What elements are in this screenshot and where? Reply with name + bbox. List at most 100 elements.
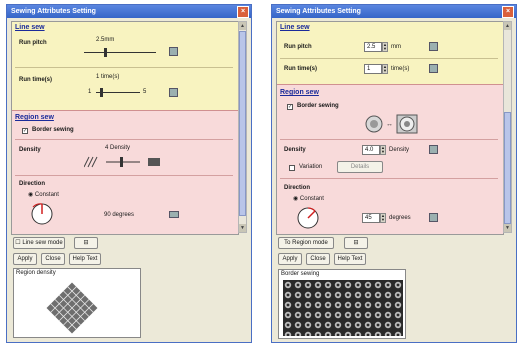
- preview-label: Region density: [16, 270, 56, 276]
- scroll-down-icon[interactable]: ▼: [504, 224, 511, 232]
- run-pitch-label: Run pitch: [284, 44, 312, 50]
- variation-label: Variation: [299, 164, 323, 170]
- scroll-up-icon[interactable]: ▲: [504, 22, 511, 30]
- border-style-icons[interactable]: ↔: [363, 113, 423, 135]
- vertical-scrollbar[interactable]: ▲ ▼: [503, 21, 512, 233]
- region-sew-section: Region sew ✓ Border sewing Density 4 Den…: [12, 110, 238, 234]
- direction-spinner[interactable]: ▲ ▼: [380, 213, 386, 223]
- border-sewing-label: Border sewing: [297, 103, 339, 109]
- help-text-button[interactable]: Help Text: [334, 253, 366, 265]
- run-times-max: 5: [143, 89, 147, 95]
- divider: [280, 58, 498, 59]
- run-times-min: 1: [88, 89, 92, 95]
- border-sewing-checkbox[interactable]: ✓: [287, 104, 293, 110]
- scroll-up-icon[interactable]: ▲: [239, 22, 246, 30]
- region-mode-button[interactable]: To Region mode: [278, 237, 334, 249]
- line-sew-section: Line sew Run pitch 2.5 ▲ ▼ mm Run time(s)…: [277, 22, 503, 85]
- border-sewing-checkbox[interactable]: ✓: [22, 128, 28, 134]
- dense-hatch-icon: [148, 158, 160, 166]
- run-times-preview-icon[interactable]: [429, 64, 438, 73]
- scroll-thumb[interactable]: [239, 31, 246, 216]
- run-pitch-slider-track: [84, 52, 156, 53]
- direction-field[interactable]: 45: [362, 213, 380, 223]
- scroll-thumb[interactable]: [504, 112, 511, 224]
- window-title: Sewing Attributes Setting: [276, 8, 361, 15]
- run-times-preview-icon[interactable]: [169, 88, 178, 97]
- divider: [280, 139, 498, 140]
- density-label: Density: [19, 147, 41, 153]
- preview-toggle-button[interactable]: ⊟: [344, 237, 368, 249]
- direction-label: Direction: [19, 181, 46, 187]
- line-sew-section: Line sew Run pitch 2.5mm Run time(s) 1 t…: [12, 22, 238, 111]
- direction-option-label: Constant: [299, 196, 324, 202]
- direction-preview-icon[interactable]: [429, 213, 438, 222]
- mode-checkbox-icon: ☐: [15, 240, 21, 246]
- close-button[interactable]: Close: [41, 253, 65, 265]
- scroll-down-icon[interactable]: ▼: [239, 224, 246, 232]
- run-times-spinner[interactable]: ▲ ▼: [382, 64, 388, 74]
- apply-button[interactable]: Apply: [278, 253, 302, 265]
- direction-dial-icon[interactable]: [295, 205, 321, 231]
- sewing-preview: Border sewing: [278, 269, 406, 339]
- close-window-button[interactable]: ×: [237, 6, 249, 18]
- run-pitch-slider-thumb[interactable]: [104, 48, 107, 57]
- direction-preview-icon[interactable]: [169, 211, 179, 218]
- run-times-label: Run time(s): [19, 77, 52, 83]
- radio-dot: ◉: [28, 192, 34, 198]
- close-window-button[interactable]: ×: [502, 6, 514, 18]
- region-sew-title[interactable]: Region sew: [280, 89, 319, 96]
- run-times-label: Run time(s): [284, 66, 317, 72]
- run-pitch-preview-icon[interactable]: [429, 42, 438, 51]
- line-sew-mode-label: Line sew mode: [22, 240, 63, 246]
- direction-unit: degrees: [389, 215, 411, 221]
- direction-option-label: Constant: [34, 192, 59, 198]
- direction-label: Direction: [284, 185, 311, 191]
- preview-toggle-icon: ⊟: [353, 240, 359, 246]
- line-sew-mode-button[interactable]: ☐ Line sew mode: [13, 237, 65, 249]
- run-pitch-label: Run pitch: [19, 40, 47, 46]
- region-sew-title[interactable]: Region sew: [15, 114, 54, 121]
- run-times-field[interactable]: 1: [364, 64, 382, 74]
- settings-panel: Line sew Run pitch 2.5mm Run time(s) 1 t…: [11, 21, 239, 235]
- preview-label: Border sewing: [281, 271, 320, 277]
- direction-radio-constant[interactable]: ◉ Constant: [293, 195, 324, 202]
- divider: [15, 139, 233, 140]
- close-button[interactable]: Close: [306, 253, 330, 265]
- run-pitch-field[interactable]: 2.5: [364, 42, 382, 52]
- details-button[interactable]: Details: [337, 161, 383, 173]
- region-sew-section: Region sew ✓ Border sewing ↔ Density 4.0…: [277, 84, 503, 234]
- apply-button[interactable]: Apply: [13, 253, 37, 265]
- window-title-bar: Sewing Attributes Setting ×: [7, 5, 251, 18]
- single-border-icon: [365, 115, 383, 133]
- density-unit: Density: [389, 147, 410, 153]
- density-slider[interactable]: [84, 155, 164, 169]
- run-pitch-spinner[interactable]: ▲ ▼: [382, 42, 388, 52]
- border-pattern-preview: [283, 280, 403, 336]
- density-preview-icon[interactable]: [429, 145, 438, 154]
- vertical-scrollbar[interactable]: ▲ ▼: [238, 21, 247, 233]
- density-spinner[interactable]: ▲ ▼: [380, 145, 386, 155]
- variation-checkbox[interactable]: [289, 165, 295, 171]
- density-value: 4 Density: [105, 145, 131, 151]
- border-sewing-label: Border sewing: [32, 127, 74, 133]
- radio-dot: ◉: [293, 196, 299, 202]
- run-pitch-preview-icon[interactable]: [169, 47, 178, 56]
- direction-dial-icon[interactable]: [29, 201, 55, 225]
- run-times-slider-thumb[interactable]: [100, 88, 103, 97]
- run-times-unit: time(s): [391, 66, 410, 72]
- divider: [15, 175, 233, 176]
- run-pitch-unit: mm: [391, 44, 401, 50]
- line-sew-title[interactable]: Line sew: [280, 24, 310, 31]
- preview-toggle-button[interactable]: ⊟: [74, 237, 98, 249]
- diamond-fill-preview: [46, 282, 98, 334]
- direction-radio-constant[interactable]: ◉ Constant: [28, 191, 59, 198]
- sparse-hatch-icon: [84, 156, 98, 168]
- run-pitch-value: 2.5mm: [96, 37, 115, 43]
- window-title-bar: Sewing Attributes Setting ×: [272, 5, 516, 18]
- double-border-icon: [396, 114, 418, 134]
- window-title: Sewing Attributes Setting: [11, 8, 96, 15]
- density-field[interactable]: 4.0: [362, 145, 380, 155]
- line-sew-title[interactable]: Line sew: [15, 24, 45, 31]
- help-text-button[interactable]: Help Text: [69, 253, 101, 265]
- direction-degrees: 90 degrees: [104, 212, 135, 218]
